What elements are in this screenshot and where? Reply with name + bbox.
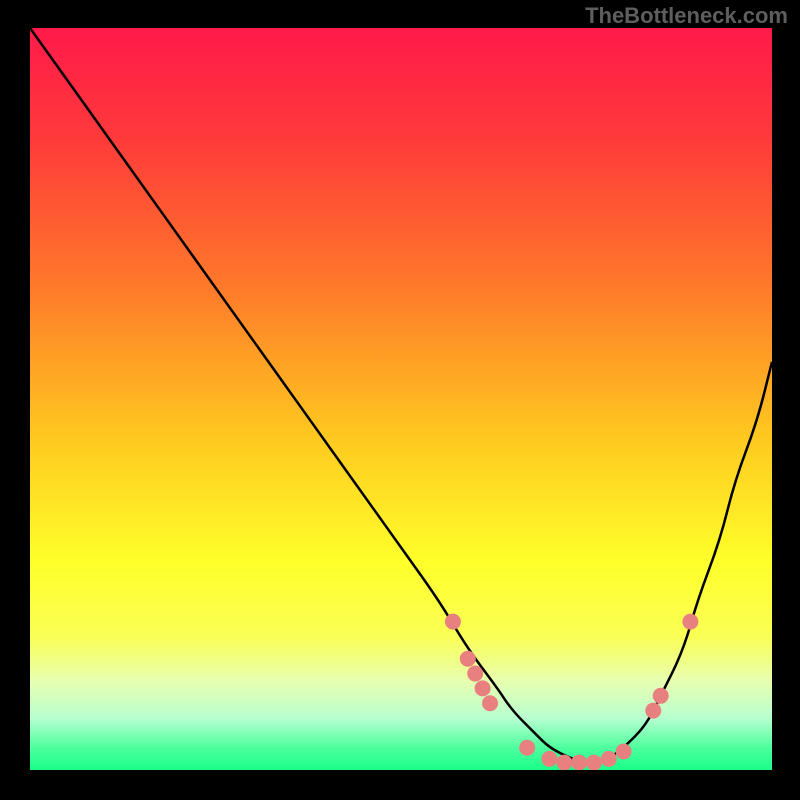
data-marker — [556, 755, 572, 770]
plot-area — [30, 28, 772, 770]
data-marker — [653, 688, 669, 704]
data-marker — [460, 651, 476, 667]
data-marker — [616, 743, 632, 759]
markers-group — [445, 614, 698, 770]
data-marker — [541, 751, 557, 767]
data-marker — [571, 755, 587, 770]
data-marker — [586, 755, 602, 770]
data-marker — [467, 666, 483, 682]
watermark-text: TheBottleneck.com — [585, 3, 788, 29]
data-marker — [482, 695, 498, 711]
data-marker — [601, 751, 617, 767]
data-marker — [645, 703, 661, 719]
data-marker — [445, 614, 461, 630]
data-marker — [475, 680, 491, 696]
chart-container: TheBottleneck.com — [0, 0, 800, 800]
bottleneck-curve — [30, 28, 772, 762]
data-marker — [682, 614, 698, 630]
data-marker — [519, 740, 535, 756]
chart-overlay — [30, 28, 772, 770]
